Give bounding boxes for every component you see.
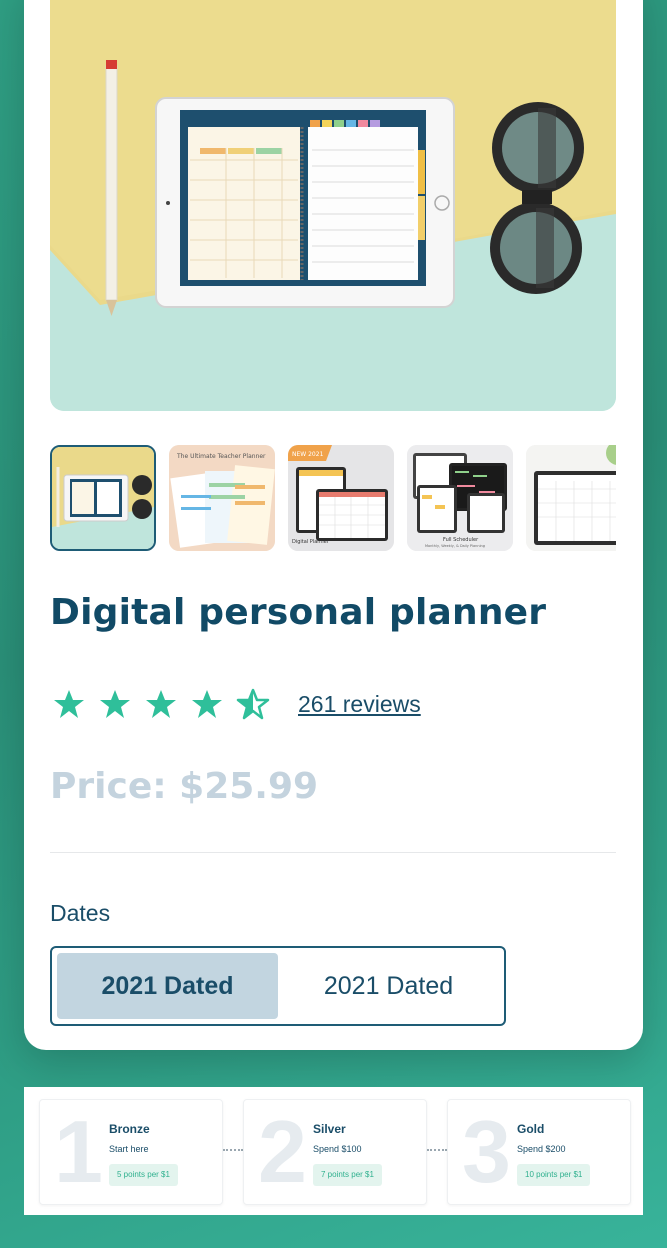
star-icon — [192, 690, 222, 718]
hero-illustration — [50, 0, 616, 411]
dates-label: Dates — [50, 900, 111, 926]
thumbnail-2[interactable]: The Ultimate Teacher Planner — [169, 445, 275, 551]
thumbnail-5[interactable] — [526, 445, 616, 551]
thumbnail-4[interactable]: Full Scheduler Monthly, Weekly, & Daily … — [407, 445, 513, 551]
tier-requirement: Spend $200 — [517, 1144, 566, 1154]
tier-card-silver: 2 Silver Spend $100 7 points per $1 — [243, 1099, 427, 1205]
tier-badge: 10 points per $1 — [517, 1164, 591, 1186]
star-icon — [100, 690, 130, 718]
tier-card-bronze: 1 Bronze Start here 5 points per $1 — [39, 1099, 223, 1205]
reviews-link[interactable]: 261 reviews — [298, 691, 421, 718]
tier-number: 1 — [54, 1102, 103, 1201]
thumbnail-3-tag: NEW 2021 — [292, 451, 324, 458]
thumbnail-4-image: Full Scheduler Monthly, Weekly, & Daily … — [407, 445, 513, 551]
tier-connector — [223, 1149, 243, 1151]
dates-option-2[interactable]: 2021 Dated — [278, 953, 499, 1019]
divider — [50, 852, 616, 853]
thumbnail-2-caption: The Ultimate Teacher Planner — [176, 453, 266, 460]
dates-option-1[interactable]: 2021 Dated — [57, 953, 278, 1019]
thumbnail-4-subcaption: Monthly, Weekly, & Daily Planning — [425, 544, 485, 548]
tier-requirement: Start here — [109, 1144, 149, 1154]
tier-card-gold: 3 Gold Spend $200 10 points per $1 — [447, 1099, 631, 1205]
product-title: Digital personal planner — [50, 592, 547, 633]
tier-connector — [427, 1149, 447, 1151]
rewards-tiers: 1 Bronze Start here 5 points per $1 2 Si… — [24, 1087, 643, 1215]
half-star-icon — [236, 688, 270, 720]
thumbnail-3-caption: Digital Planner — [292, 539, 330, 545]
tier-name: Bronze — [109, 1122, 150, 1136]
tier-badge: 7 points per $1 — [313, 1164, 382, 1186]
star-icon — [54, 690, 84, 718]
tier-name: Silver — [313, 1122, 346, 1136]
thumbnail-3-image: NEW 2021 Digital Planner — [288, 445, 394, 551]
tier-number: 3 — [462, 1102, 511, 1201]
tier-name: Gold — [517, 1122, 545, 1136]
tier-requirement: Spend $100 — [313, 1144, 362, 1154]
thumbnail-2-image: The Ultimate Teacher Planner — [169, 445, 275, 551]
tier-number: 2 — [258, 1102, 307, 1201]
thumbnail-strip: The Ultimate Teacher Planner NEW 2021 Di… — [50, 445, 616, 551]
tier-badge: 5 points per $1 — [109, 1164, 178, 1186]
thumbnail-5-image — [526, 445, 616, 551]
dates-selector: 2021 Dated 2021 Dated — [50, 946, 506, 1026]
thumbnail-3[interactable]: NEW 2021 Digital Planner — [288, 445, 394, 551]
star-icon — [146, 690, 176, 718]
rating-row: 261 reviews — [50, 684, 421, 724]
thumbnail-1[interactable] — [50, 445, 156, 551]
product-card: The Ultimate Teacher Planner NEW 2021 Di… — [24, 0, 643, 1050]
price: Price: $25.99 — [50, 766, 319, 807]
thumbnail-4-caption: Full Scheduler — [443, 537, 479, 543]
product-hero-image[interactable] — [50, 0, 616, 411]
thumbnail-1-image — [52, 447, 154, 549]
